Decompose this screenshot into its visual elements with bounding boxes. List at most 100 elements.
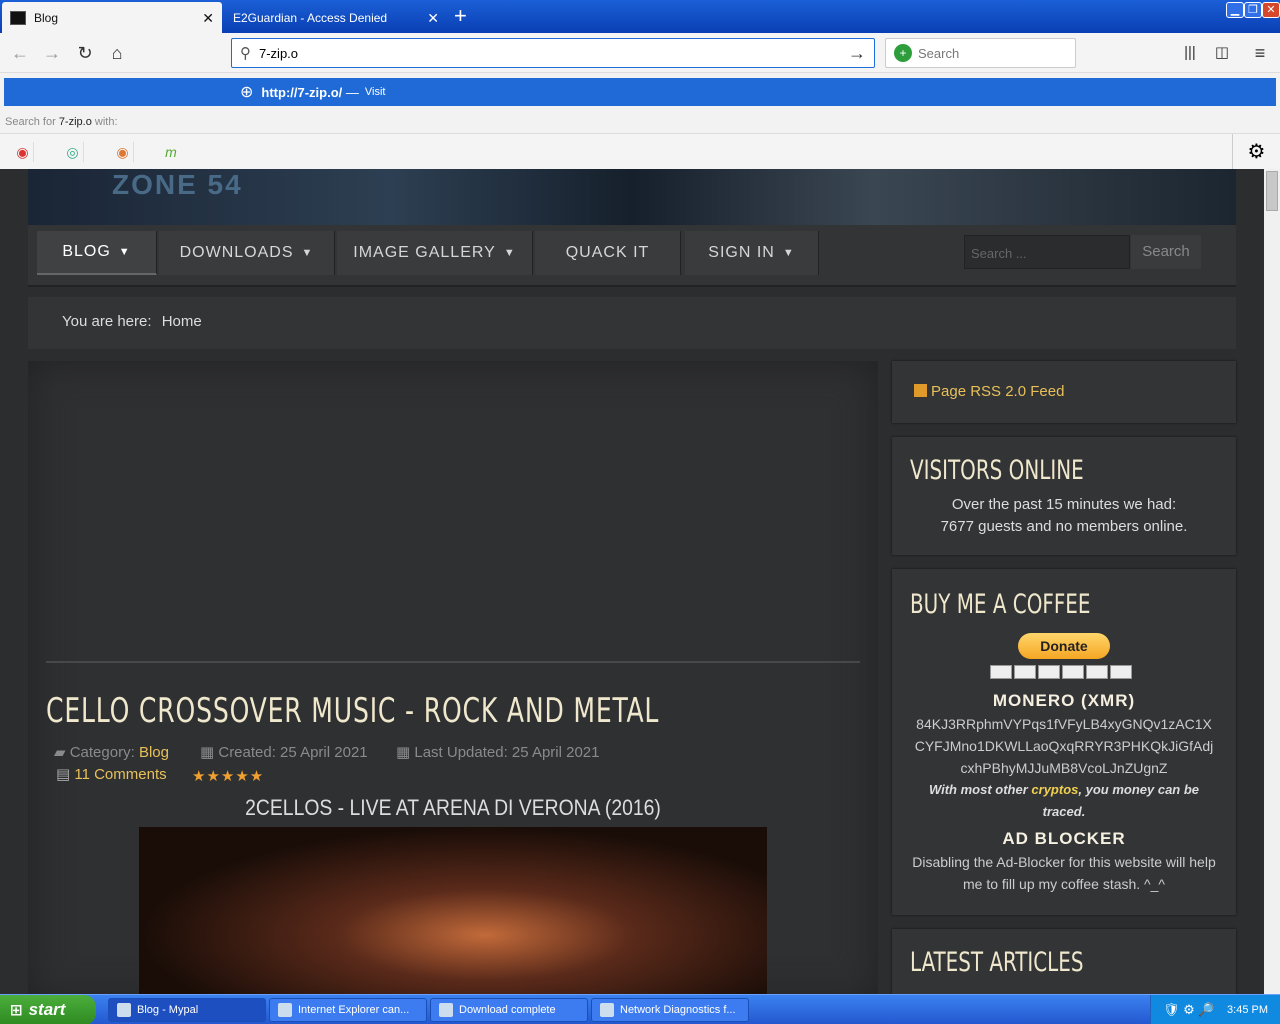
search-engine-bar: ◉ ◎ ◉ m ⚙ (0, 133, 1280, 170)
duckduckgo-icon[interactable]: ◉ (12, 142, 34, 162)
task-blog-mypal[interactable]: Blog - Mypal (108, 998, 266, 1022)
menu-label: QUACK IT (565, 244, 650, 261)
close-icon[interactable]: ✕ (202, 10, 214, 27)
comment-icon: ▤ (56, 766, 71, 783)
rss-icon (914, 384, 927, 397)
created-date: Created: 25 April 2021 (218, 744, 368, 761)
site-favicon-icon (10, 10, 26, 25)
library-icon[interactable]: ||| (1178, 41, 1202, 65)
tray-icons[interactable]: 🛡 ⚙ 🔎 (1163, 1002, 1215, 1018)
ie-icon (439, 1003, 453, 1017)
monero-address: 84KJ3RRphmVYPqs1fVFyLB4xyGNQv1zAC1XCYFJM… (914, 716, 1214, 776)
menu-label: BLOG (62, 243, 111, 260)
url-input[interactable]: 7-zip.o (259, 46, 298, 61)
globe-icon: ⊕ (240, 84, 254, 101)
suggestion-url: http://7-zip.o/ (261, 84, 343, 100)
calendar-icon: ▦ (396, 744, 411, 761)
search-for-prefix: Search for (5, 116, 56, 128)
search-engine-icon: + (894, 44, 912, 62)
category-link[interactable]: Blog (139, 744, 169, 761)
clock[interactable]: 3:45 PM (1227, 1004, 1268, 1016)
taskbar: ⊞ start Blog - Mypal Internet Explorer ca… (0, 994, 1280, 1024)
adblock-text: Disabling the Ad-Blocker for this websit… (912, 854, 1216, 892)
qwant-icon[interactable]: ◎ (62, 142, 84, 162)
minimize-button[interactable]: ▁ (1226, 2, 1244, 18)
tab-blog[interactable]: Blog ✕ (2, 2, 222, 33)
breadcrumb-prefix: You are here: (62, 313, 152, 330)
maximize-button[interactable]: ❐ (1244, 2, 1262, 18)
article-title[interactable]: CELLO CROSSOVER MUSIC - ROCK AND METAL (46, 691, 659, 731)
back-icon[interactable]: ← (8, 41, 32, 65)
ie-icon (278, 1003, 292, 1017)
task-network-diagnostics[interactable]: Network Diagnostics f... (591, 998, 749, 1022)
url-suggestion[interactable]: ⊕ http://7-zip.o/ — Visit (4, 78, 1276, 106)
monero-title: MONERO (XMR) (992, 691, 1136, 710)
article-subtitle: 2CELLOS - LIVE AT ARENA DI VERONA (2016) (245, 795, 661, 820)
menu-item-image-gallery[interactable]: IMAGE GALLERY ▼ (337, 231, 533, 275)
menu-item-quack-it[interactable]: QUACK IT (535, 231, 681, 275)
rss-link[interactable]: Page RSS 2.0 Feed (931, 383, 1064, 400)
divider (46, 661, 860, 663)
reload-icon[interactable]: ↻ (73, 41, 97, 65)
article-created: ▦ Created: 25 April 2021 (200, 743, 368, 761)
url-bar[interactable]: ⚲ 7-zip.o → (231, 38, 875, 68)
rss-feed-box: Page RSS 2.0 Feed (892, 361, 1236, 423)
menu-label: SIGN IN (708, 244, 775, 261)
main-content: CELLO CROSSOVER MUSIC - ROCK AND METAL ▰… (28, 361, 878, 994)
chevron-down-icon: ▼ (782, 247, 795, 259)
new-tab-button[interactable]: + (454, 4, 467, 28)
scrollbar-thumb[interactable] (1266, 171, 1278, 211)
suggestion-action: Visit (364, 86, 386, 98)
updated-date: Last Updated: 25 April 2021 (414, 744, 600, 761)
search-with-label: Search for 7-zip.o with: (5, 116, 118, 128)
forward-icon[interactable]: → (40, 41, 64, 65)
visitors-line2: 7677 guests and no members online. (940, 518, 1188, 535)
home-icon[interactable]: ⌂ (105, 41, 129, 65)
app-icon (117, 1003, 131, 1017)
folder-icon: ▰ (54, 744, 66, 761)
window-close-button[interactable]: ✕ (1262, 2, 1280, 18)
page-scrollbar[interactable] (1264, 169, 1280, 994)
crypto-note: With most other cryptos, you money can b… (910, 779, 1218, 823)
breadcrumb-home-link[interactable]: Home (162, 313, 202, 330)
menu-icon[interactable]: ≡ (1248, 41, 1272, 65)
comments-link[interactable]: 11 Comments (74, 766, 166, 783)
category-label: Category: (69, 744, 135, 761)
site-logo[interactable]: ZONE 54 (112, 169, 243, 201)
task-download-complete[interactable]: Download complete (430, 998, 588, 1022)
latest-articles-box: LATEST ARTICLES (892, 929, 1236, 994)
menu-item-downloads[interactable]: DOWNLOADS ▼ (159, 231, 335, 275)
start-button[interactable]: ⊞ start (0, 995, 96, 1024)
tab-bar: Blog ✕ E2Guardian - Access Denied ✕ + ▁ … (0, 0, 1280, 33)
coffee-title: BUY ME A COFFEE (910, 589, 1091, 620)
gear-icon[interactable]: ⚙ (1232, 134, 1280, 170)
payment-cards (990, 665, 1132, 679)
search-box[interactable]: + Search (885, 38, 1076, 68)
video-embed[interactable] (139, 827, 767, 994)
site-search-button[interactable]: Search (1131, 235, 1201, 269)
search-for-suffix: with: (94, 116, 118, 128)
close-icon[interactable]: ✕ (427, 10, 439, 27)
suggestion-separator: — (345, 84, 359, 100)
task-label: Internet Explorer can... (298, 1004, 410, 1016)
startpage-icon[interactable]: ◉ (112, 142, 134, 162)
web-page: ZONE 54 BLOG ▼ DOWNLOADS ▼ IMAGE GALLERY ▼ … (0, 169, 1264, 994)
article-comments[interactable]: ▤ 11 Comments (56, 765, 167, 783)
visitors-online-box: VISITORS ONLINE Over the past 15 minutes… (892, 437, 1236, 555)
menu-label: IMAGE GALLERY (353, 244, 496, 261)
menu-item-sign-in[interactable]: SIGN IN ▼ (685, 231, 819, 275)
mojeek-icon[interactable]: m (160, 142, 182, 162)
sidebar-icon[interactable]: ◫ (1210, 41, 1234, 65)
tab-e2guardian[interactable]: E2Guardian - Access Denied ✕ (225, 2, 447, 33)
task-label: Download complete (459, 1004, 556, 1016)
task-internet-explorer[interactable]: Internet Explorer can... (269, 998, 427, 1022)
menu-item-blog[interactable]: BLOG ▼ (37, 231, 157, 275)
start-label: start (28, 1000, 66, 1019)
donate-button[interactable]: Donate (1018, 633, 1110, 659)
search-input[interactable]: Search (918, 46, 959, 61)
cryptos-link[interactable]: cryptos (1031, 782, 1078, 797)
rating-stars[interactable]: ★★★★★ (192, 767, 264, 785)
go-arrow-icon[interactable]: → (848, 43, 866, 64)
site-search-input[interactable]: Search ... (964, 235, 1130, 269)
buy-coffee-box: BUY ME A COFFEE Donate MONERO (XMR) 84KJ… (892, 569, 1236, 915)
